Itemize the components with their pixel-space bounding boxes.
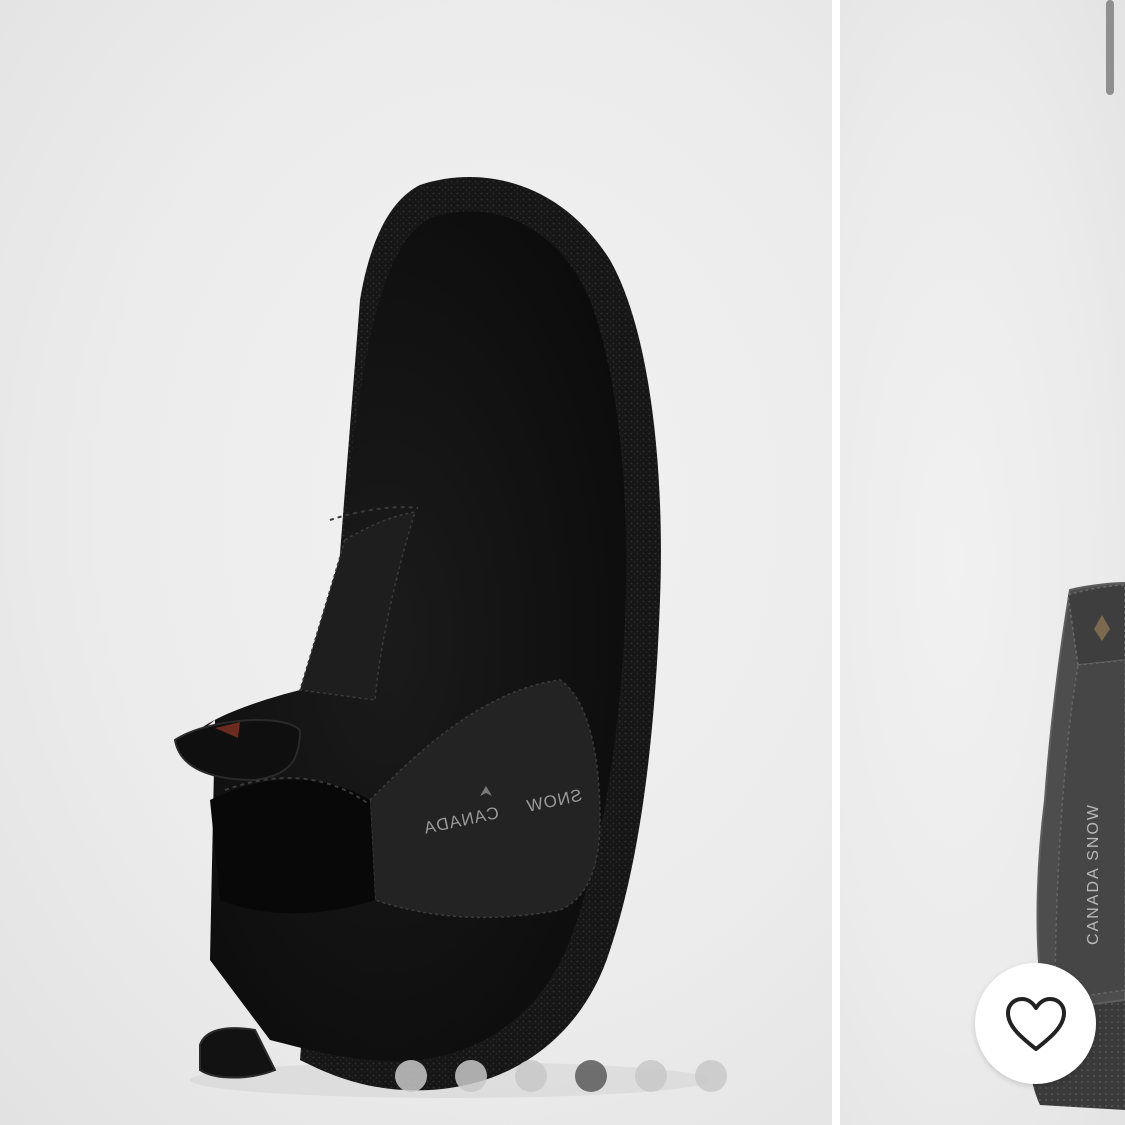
carousel-pagination — [395, 1060, 727, 1092]
brand-logo-side: CANADA SNOW — [1085, 803, 1102, 945]
product-image-slide[interactable]: CANADA SNOW — [0, 0, 832, 1125]
pagination-dot-active[interactable] — [575, 1060, 607, 1092]
slide-divider — [832, 0, 840, 1125]
pagination-dot[interactable] — [395, 1060, 427, 1092]
scrollbar-thumb[interactable] — [1106, 0, 1114, 95]
boot-image: CANADA SNOW — [173, 177, 710, 1098]
heart-outline-icon — [1005, 996, 1066, 1051]
pagination-dot[interactable] — [515, 1060, 547, 1092]
pagination-dot[interactable] — [455, 1060, 487, 1092]
favorite-button[interactable] — [975, 963, 1096, 1084]
pagination-dot[interactable] — [635, 1060, 667, 1092]
lower-heel-tab — [199, 1027, 277, 1079]
brand-text-side: CANADA SNOW — [1085, 803, 1102, 945]
product-image-carousel[interactable]: CANADA SNOW CANADA SNOW — [0, 0, 1125, 1125]
pagination-dot[interactable] — [695, 1060, 727, 1092]
boot-upper — [190, 211, 627, 1061]
next-product-image-slide[interactable]: CANADA SNOW — [840, 0, 1125, 1125]
boot-side-image: CANADA SNOW — [1027, 581, 1125, 1110]
